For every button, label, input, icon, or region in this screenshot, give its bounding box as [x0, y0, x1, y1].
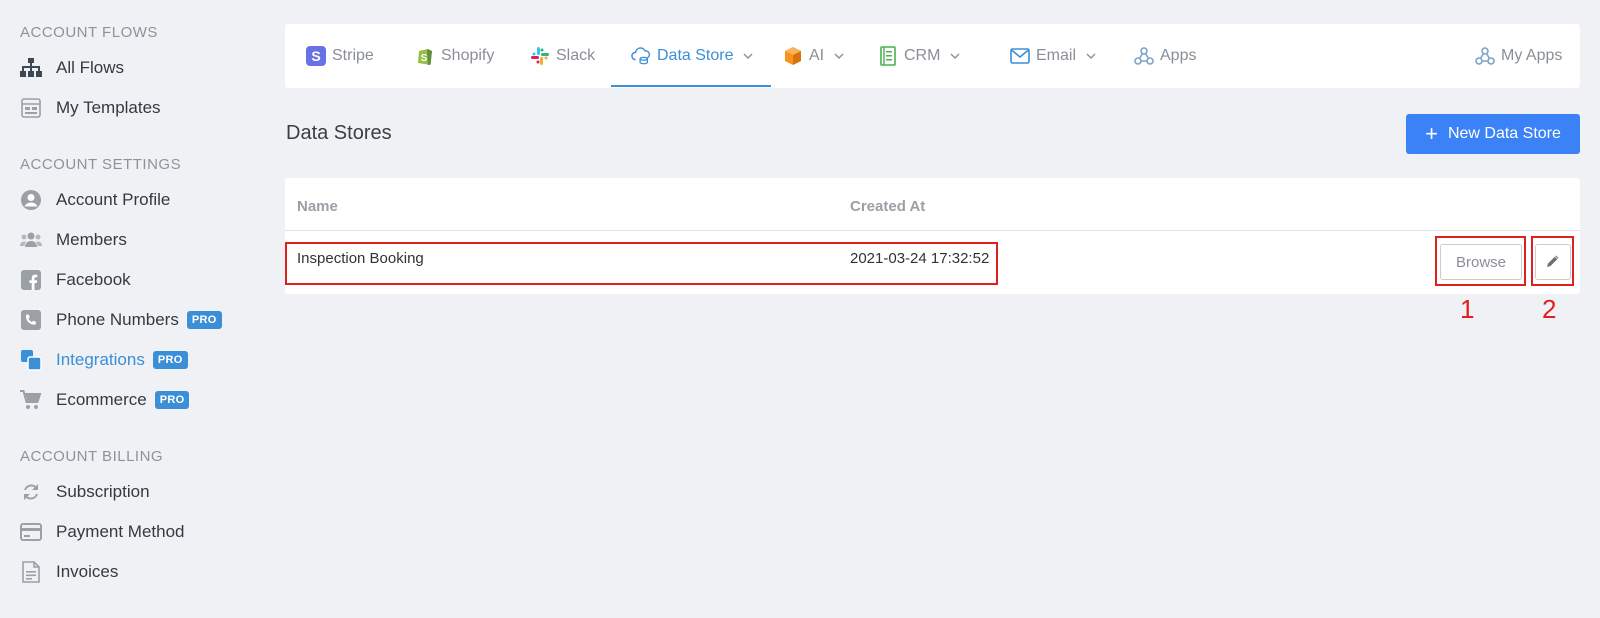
- phone-icon: [20, 309, 42, 331]
- header-divider: [285, 230, 1580, 231]
- tab-label: Data Store: [657, 47, 734, 64]
- sidebar-item-label: Subscription: [56, 482, 150, 501]
- sidebar-item-label: Invoices: [56, 562, 119, 581]
- sidebar-item-label: Facebook: [56, 270, 131, 289]
- annotation-row-highlight: [285, 242, 998, 285]
- cart-icon: [20, 389, 42, 411]
- tab-slack[interactable]: Slack: [530, 24, 595, 88]
- integration-tabbar: S Stripe S Shopify Slack Data Store AI C…: [285, 24, 1580, 88]
- sidebar-item-integrations[interactable]: Integrations PRO: [20, 346, 188, 374]
- column-header-created-at: Created At: [850, 198, 926, 215]
- tab-label: Shopify: [441, 47, 495, 64]
- sidebar-item-account-profile[interactable]: Account Profile: [20, 186, 170, 214]
- page-title: Data Stores: [286, 122, 392, 144]
- chevron-down-icon: [743, 51, 753, 61]
- credit-card-icon: [20, 521, 42, 543]
- new-data-store-button[interactable]: + New Data Store: [1406, 114, 1580, 154]
- sidebar-item-facebook[interactable]: Facebook: [20, 266, 131, 294]
- annotation-number-1: 1: [1460, 294, 1475, 324]
- invoice-icon: [20, 561, 42, 583]
- tab-label: Stripe: [332, 47, 374, 64]
- sidebar-item-phone-numbers[interactable]: Phone Numbers PRO: [20, 306, 222, 334]
- tab-crm[interactable]: CRM: [878, 24, 960, 88]
- svg-text:S: S: [311, 48, 320, 64]
- webhook-icon: [1475, 46, 1495, 66]
- ai-cube-icon: [783, 46, 803, 66]
- envelope-icon: [1010, 46, 1030, 66]
- slack-icon: [530, 46, 550, 66]
- sidebar-item-my-templates[interactable]: My Templates: [20, 94, 161, 122]
- users-icon: [20, 229, 42, 251]
- sidebar-item-payment-method[interactable]: Payment Method: [20, 518, 185, 546]
- annotation-browse-highlight: [1435, 236, 1526, 286]
- webhook-icon: [1134, 46, 1154, 66]
- sidebar-item-label: Account Profile: [56, 190, 171, 209]
- sidebar-item-subscription[interactable]: Subscription: [20, 478, 150, 506]
- tab-stripe[interactable]: S Stripe: [306, 24, 374, 88]
- crm-book-icon: [878, 46, 898, 66]
- tab-ai[interactable]: AI: [783, 24, 844, 88]
- sidebar-item-label: Integrations: [56, 350, 145, 369]
- tab-label: Slack: [556, 47, 596, 64]
- sidebar-item-members[interactable]: Members: [20, 226, 127, 254]
- tab-email[interactable]: Email: [1010, 24, 1096, 88]
- svg-text:S: S: [421, 53, 428, 64]
- chevron-down-icon: [950, 51, 960, 61]
- plus-icon: +: [1425, 121, 1438, 146]
- facebook-icon: [20, 269, 42, 291]
- integrations-icon: [20, 349, 42, 371]
- tab-label: CRM: [904, 47, 941, 64]
- pro-badge: PRO: [186, 311, 222, 329]
- sidebar-item-all-flows[interactable]: All Flows: [20, 54, 124, 82]
- pro-badge: PRO: [152, 351, 188, 369]
- sidebar-item-label: Payment Method: [56, 522, 185, 541]
- tab-apps[interactable]: Apps: [1134, 24, 1196, 88]
- new-data-store-label: New Data Store: [1447, 125, 1561, 142]
- sidebar-item-label: My Templates: [56, 98, 161, 117]
- user-circle-icon: [20, 189, 42, 211]
- sidebar-item-label: Ecommerce: [56, 390, 147, 409]
- column-header-name: Name: [297, 198, 338, 215]
- sidebar-item-ecommerce[interactable]: Ecommerce PRO: [20, 386, 190, 414]
- refresh-icon: [20, 481, 42, 503]
- cloud-database-icon: [631, 46, 651, 66]
- section-title-account-billing: ACCOUNT BILLING: [20, 448, 164, 465]
- tab-label: AI: [809, 47, 825, 64]
- sidebar-item-label: All Flows: [56, 58, 125, 77]
- tab-shopify[interactable]: S Shopify: [415, 24, 494, 88]
- tab-data-store[interactable]: Data Store: [631, 24, 753, 88]
- template-icon: [20, 97, 42, 119]
- sidebar-item-label: Phone Numbers: [56, 310, 179, 329]
- stripe-icon: S: [306, 46, 326, 66]
- chevron-down-icon: [834, 51, 844, 61]
- tab-my-apps[interactable]: My Apps: [1475, 24, 1562, 88]
- annotation-number-2: 2: [1542, 294, 1557, 324]
- sidebar-item-label: Members: [56, 230, 127, 249]
- shopify-icon: S: [415, 46, 435, 66]
- active-tab-indicator: [611, 85, 771, 87]
- tab-label: Email: [1036, 47, 1077, 64]
- chevron-down-icon: [1086, 51, 1096, 61]
- sitemap-icon: [20, 57, 42, 79]
- tab-label: My Apps: [1501, 47, 1563, 64]
- annotation-edit-highlight: [1531, 236, 1574, 286]
- app-root: ACCOUNT FLOWS All Flows My Templates ACC…: [0, 0, 1600, 618]
- section-title-account-settings: ACCOUNT SETTINGS: [20, 156, 182, 173]
- tab-label: Apps: [1160, 47, 1197, 64]
- sidebar-item-invoices[interactable]: Invoices: [20, 558, 118, 586]
- section-title-account-flows: ACCOUNT FLOWS: [20, 24, 158, 41]
- pro-badge: PRO: [154, 391, 190, 409]
- sidebar: ACCOUNT FLOWS All Flows My Templates ACC…: [0, 0, 270, 618]
